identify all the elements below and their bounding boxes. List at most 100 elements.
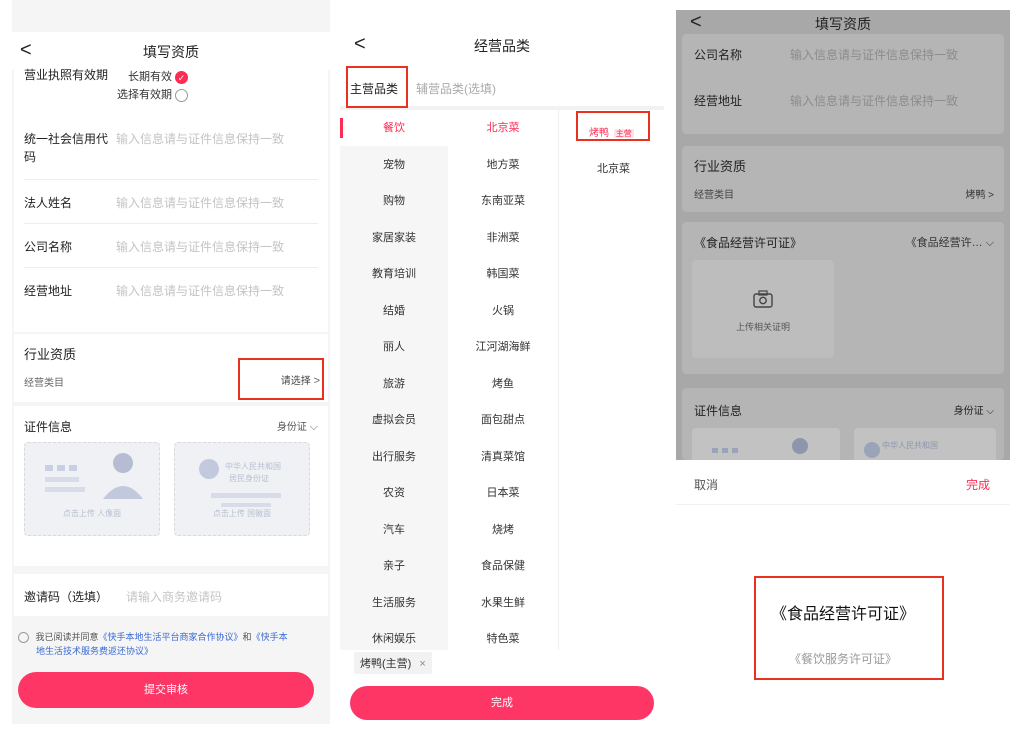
secondary-category-item[interactable]: 地方菜 <box>448 147 558 183</box>
confirm-button[interactable]: 完成 <box>966 476 990 493</box>
primary-category-item[interactable]: 农资 <box>340 475 448 511</box>
radio-unchecked-icon[interactable] <box>175 88 189 102</box>
secondary-category-item[interactable]: 日本菜 <box>448 475 558 511</box>
selected-category-item[interactable]: 烤鸭 主营 <box>589 124 634 139</box>
page-title: 填写资质 <box>815 16 871 32</box>
secondary-category-item[interactable]: 食品保健 <box>448 548 558 584</box>
secondary-category-item[interactable]: 北京菜 <box>448 110 558 146</box>
agreement-link-2[interactable]: 《快手本 <box>252 632 288 642</box>
primary-category-item[interactable]: 汽车 <box>340 512 448 548</box>
company-name-row[interactable]: 公司名称 输入信息请与证件信息保持一致 <box>24 224 318 268</box>
national-emblem-icon <box>864 442 880 458</box>
primary-category-item[interactable]: 餐饮 <box>340 110 448 146</box>
primary-category-item[interactable]: 丽人 <box>340 329 448 365</box>
id-back-stamp: 中华人民共和国 <box>882 441 938 450</box>
legal-name-row[interactable]: 法人姓名 输入信息请与证件信息保持一致 <box>24 180 318 224</box>
secondary-category-item[interactable]: 韩国菜 <box>448 256 558 292</box>
picker-option[interactable]: 《餐饮服务许可证》 <box>676 650 1010 667</box>
secondary-category-item[interactable]: 清真菜馆 <box>448 439 558 475</box>
secondary-category-item[interactable]: 面包甜点 <box>448 402 558 438</box>
agree-prefix: 我已阅读并同意 <box>35 632 99 642</box>
radio-checked-icon[interactable]: ✓ <box>175 70 189 84</box>
secondary-category-item[interactable]: 烤鱼 <box>448 366 558 402</box>
agreement-row: 我已阅读并同意《快手本地生活平台商家合作协议》和《快手本 地生活技术服务费返还协… <box>18 630 324 658</box>
id-back-upload[interactable]: 中华人民共和国 居民身份证 点击上传 国徽面 <box>174 442 310 536</box>
close-icon[interactable]: × <box>419 658 425 670</box>
category-picker-screen: < 经营品类 主营品类 辅营品类(选填) 餐饮 宠物 购物 家居家装 教育培训 结婚 丽人旅… <box>340 0 664 724</box>
camera-icon <box>753 290 773 308</box>
license-option-range[interactable]: 选择有效期 <box>117 86 189 102</box>
submit-button[interactable]: 提交审核 <box>18 672 314 708</box>
license-option-long-label: 长期有效 <box>128 71 172 83</box>
secondary-category-item[interactable]: 火锅 <box>448 293 558 329</box>
dimmed-license-card: 《食品经营许可证》 《食品经营许… ⌵ 上传相关证明 <box>682 222 1004 374</box>
primary-category-item[interactable]: 虚拟会员 <box>340 402 448 438</box>
cancel-button[interactable]: 取消 <box>694 476 718 493</box>
category-select[interactable]: 请选择 > <box>281 372 320 387</box>
license-option-long[interactable]: 长期有效 ✓ <box>128 68 189 84</box>
tab-main-category[interactable]: 主营品类 <box>350 80 398 97</box>
certificate-card: 证件信息 身份证 ⌵ 点击上传 人像面 中华人民共和国 居民身份证 点击上传 国… <box>14 406 328 566</box>
license-value-text: 《食品经营许… <box>905 237 983 249</box>
id-back-upload[interactable]: 中华人民共和国 <box>854 428 996 460</box>
primary-category-item[interactable]: 宠物 <box>340 147 448 183</box>
id-front-upload[interactable] <box>692 428 840 460</box>
selected-tag-text: 烤鸭(主营) <box>360 658 412 670</box>
cert-type-select[interactable]: 身份证 ⌵ <box>954 402 994 417</box>
invite-label: 邀请码（选填） <box>24 590 109 604</box>
id-front-caption: 点击上传 人像面 <box>62 509 122 518</box>
id-front-illustration <box>45 453 143 499</box>
page-title: 经营品类 <box>474 38 530 54</box>
id-front-upload[interactable]: 点击上传 人像面 <box>24 442 160 536</box>
done-button[interactable]: 完成 <box>350 686 654 720</box>
legal-name-input[interactable]: 输入信息请与证件信息保持一致 <box>116 194 284 211</box>
industry-title: 行业资质 <box>694 159 747 174</box>
id-back-stamp-line2: 居民身份证 <box>229 474 269 483</box>
license-select[interactable]: 《食品经营许… ⌵ <box>906 234 994 250</box>
industry-title: 行业资质 <box>24 347 77 362</box>
secondary-category-item[interactable]: 水果生鲜 <box>448 585 558 621</box>
company-input[interactable]: 输入信息请与证件信息保持一致 <box>790 46 958 63</box>
selected-tag[interactable]: 烤鸭(主营) × <box>354 652 432 674</box>
secondary-category-item[interactable]: 非洲菜 <box>448 220 558 256</box>
company-name-input[interactable]: 输入信息请与证件信息保持一致 <box>116 238 284 255</box>
primary-category-item[interactable]: 结婚 <box>340 293 448 329</box>
primary-category-item[interactable]: 出行服务 <box>340 439 448 475</box>
primary-category-item[interactable]: 亲子 <box>340 548 448 584</box>
tab-aux-category[interactable]: 辅营品类(选填) <box>416 80 496 97</box>
category-value[interactable]: 烤鸭 > <box>965 186 994 201</box>
business-address-label: 经营地址 <box>24 284 73 298</box>
invite-code-input[interactable]: 请输入商务邀请码 <box>126 588 222 605</box>
address-label: 经营地址 <box>694 94 743 108</box>
secondary-category-item[interactable]: 江河湖海鲜 <box>448 329 558 365</box>
picker-option-selected[interactable]: 《食品经营许可证》 <box>676 600 1010 624</box>
cert-type-text: 身份证 <box>276 422 307 433</box>
category-label: 经营类目 <box>24 378 64 389</box>
tertiary-item[interactable]: 北京菜 <box>597 160 630 176</box>
agreement-link-1[interactable]: 《快手本地生活平台商家合作协议》 <box>99 632 243 642</box>
credit-code-input[interactable]: 输入信息请与证件信息保持一致 <box>116 130 284 147</box>
primary-category-item[interactable]: 旅游 <box>340 366 448 402</box>
license-upload[interactable]: 上传相关证明 <box>692 260 834 358</box>
credit-code-row[interactable]: 统一社会信用代 码 输入信息请与证件信息保持一致 <box>24 112 318 180</box>
category-label: 经营类目 <box>694 190 734 201</box>
category-select-text: 请选择 <box>280 376 311 387</box>
agree-checkbox[interactable] <box>18 632 29 644</box>
business-address-input[interactable]: 输入信息请与证件信息保持一致 <box>116 282 284 299</box>
license-validity-label: 营业执照有效期 <box>24 68 109 82</box>
primary-category-item[interactable]: 购物 <box>340 183 448 219</box>
primary-category-item[interactable]: 生活服务 <box>340 585 448 621</box>
cert-type-text: 身份证 <box>953 406 984 417</box>
secondary-category-item[interactable]: 烧烤 <box>448 512 558 548</box>
business-address-row[interactable]: 经营地址 输入信息请与证件信息保持一致 <box>24 268 318 312</box>
primary-category-item[interactable]: 教育培训 <box>340 256 448 292</box>
secondary-category-item[interactable]: 东南亚菜 <box>448 183 558 219</box>
secondary-category-item[interactable]: 特色菜 <box>448 621 558 657</box>
agreement-link-2-cont[interactable]: 地生活技术服务费返还协议》 <box>36 646 153 656</box>
primary-category-item[interactable]: 家居家装 <box>340 220 448 256</box>
address-input[interactable]: 输入信息请与证件信息保持一致 <box>790 92 958 109</box>
tertiary-category-list: 烤鸭 主营 北京菜 <box>558 110 664 650</box>
cert-type-select[interactable]: 身份证 ⌵ <box>277 418 318 434</box>
qualification-form-screen: < 填写资质 营业执照有效期 长期有效 ✓ 选择有效期 统一社会信用代 码 输入… <box>12 0 330 724</box>
nav-bar: < 填写资质 <box>12 32 330 70</box>
